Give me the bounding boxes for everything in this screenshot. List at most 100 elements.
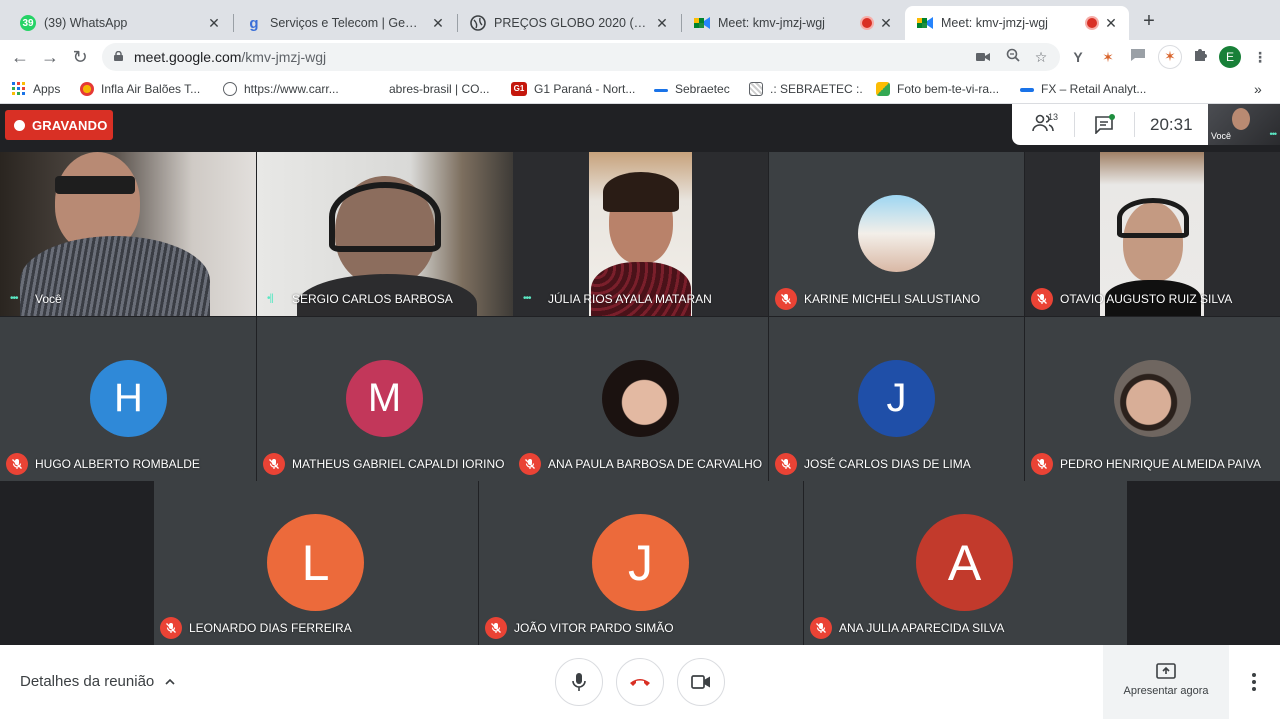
extension-active-icon[interactable]: ✶ [1158, 45, 1182, 69]
participant-avatar-photo [858, 195, 935, 272]
participant-avatar-initial: M [346, 360, 423, 437]
participant-name: KARINE MICHELI SALUSTIANO [804, 292, 981, 306]
more-options-button[interactable] [1244, 670, 1264, 694]
participant-tile-pedro[interactable]: PEDRO HENRIQUE ALMEIDA PAIVA [1025, 317, 1280, 481]
bookmark-g1-parana[interactable]: G1 G1 Paraná - Nort... [511, 81, 635, 97]
bookmark-fx-retail[interactable]: FX – Retail Analyt... [1020, 81, 1146, 97]
meet-icon [694, 15, 710, 31]
recording-badge[interactable]: GRAVANDO [5, 110, 113, 140]
bookmark-infla-air[interactable]: Infla Air Balões T... [80, 81, 200, 97]
bookmark-star-icon[interactable]: ☆ [1032, 48, 1050, 66]
bookmark-sebraetec[interactable]: Sebraetec [654, 81, 730, 97]
participant-tile-jose-carlos[interactable]: J JOSÉ CARLOS DIAS DE LIMA [769, 317, 1024, 481]
participant-tile-otavio[interactable]: OTAVIO AUGUSTO RUIZ SILVA [1025, 152, 1280, 316]
sebraetec-logo-icon [749, 82, 763, 96]
bookmark-apps[interactable]: Apps [12, 81, 60, 97]
tab-close-icon[interactable]: ✕ [206, 15, 222, 32]
tab-meet-active[interactable]: Meet: kmv-jmzj-wgj ✕ [905, 6, 1129, 40]
g-icon: g [249, 14, 259, 32]
profile-avatar[interactable]: E [1219, 46, 1241, 68]
tab-meet-1[interactable]: Meet: kmv-jmzj-wgj ✕ [682, 6, 904, 40]
tab-close-icon[interactable]: ✕ [430, 15, 446, 32]
recording-indicator-icon [1087, 18, 1097, 28]
participant-tile-self[interactable]: ••• Você [0, 152, 256, 316]
meeting-info-panel: 13 20:31 [1012, 104, 1208, 145]
chat-icon[interactable] [1094, 114, 1116, 135]
chrome-menu-icon[interactable]: ⋮ [1250, 47, 1270, 67]
glasses [55, 176, 135, 194]
participant-avatar-initial: J [858, 360, 935, 437]
extension-chat-icon[interactable] [1128, 47, 1148, 67]
url-text: meet.google.com/kmv-jmzj-wgj [134, 49, 327, 65]
tab-title: Meet: kmv-jmzj-wgj [941, 16, 1048, 30]
tab-title: Meet: kmv-jmzj-wgj [718, 16, 825, 30]
participant-tile-matheus[interactable]: M MATHEUS GABRIEL CAPALDI IORINO [257, 317, 513, 481]
self-view-thumbnail[interactable]: Você ••• [1208, 104, 1280, 145]
present-now-label: Apresentar agora [1123, 685, 1209, 697]
meeting-details-label: Detalhes da reunião [20, 673, 155, 690]
leave-call-button[interactable] [616, 658, 664, 706]
meet-bottom-bar: Detalhes da reunião Apresentar agora [0, 645, 1280, 719]
participant-tile-hugo[interactable]: H HUGO ALBERTO ROMBALDE [0, 317, 256, 481]
muted-mic-icon [519, 453, 541, 475]
chevron-up-icon [165, 678, 175, 685]
divider [1074, 112, 1075, 137]
back-arrow-icon[interactable]: ← [8, 45, 32, 69]
recording-label: GRAVANDO [32, 117, 108, 133]
meet-icon [917, 15, 933, 31]
tab-close-icon[interactable]: ✕ [878, 15, 894, 32]
address-bar[interactable]: meet.google.com/kmv-jmzj-wgj ☆ [102, 43, 1060, 71]
participant-avatar-initial: A [916, 514, 1013, 611]
muted-mic-icon [485, 617, 507, 639]
participant-tile-sergio[interactable]: •|| SERGIO CARLOS BARBOSA [257, 152, 513, 316]
more-vertical-icon [1252, 673, 1256, 691]
microphone-icon [572, 673, 586, 691]
new-tab-plus-icon[interactable]: + [1138, 10, 1160, 32]
apps-grid-icon [12, 82, 26, 96]
tab-precos-globo[interactable]: PREÇOS GLOBO 2020 (NOVE ✕ [458, 6, 680, 40]
audio-level-icon: ••• [10, 293, 18, 304]
tab-whatsapp[interactable]: 39 (39) WhatsApp ✕ [8, 6, 232, 40]
tab-close-icon[interactable]: ✕ [654, 15, 670, 32]
fx-icon [1020, 88, 1034, 92]
audio-level-icon: ••• [523, 293, 531, 304]
bookmarks-overflow-icon[interactable]: » [1254, 81, 1262, 97]
participant-tile-leonardo[interactable]: L LEONARDO DIAS FERREIRA [154, 481, 478, 645]
participant-tile-joao-vitor[interactable]: J JOÃO VITOR PARDO SIMÃO [479, 481, 803, 645]
participant-name: PEDRO HENRIQUE ALMEIDA PAIVA [1060, 457, 1261, 471]
bookmark-sebraetec-site[interactable]: .: SEBRAETEC :. [749, 81, 863, 97]
whatsapp-icon: 39 [20, 15, 36, 31]
headset [329, 182, 441, 252]
audio-level-icon: ••• [1269, 129, 1278, 139]
bookmark-foto-bem-te-vi[interactable]: Foto bem-te-vi-ra... [876, 81, 999, 97]
participant-tile-karine[interactable]: KARINE MICHELI SALUSTIANO [769, 152, 1024, 316]
participant-name: OTAVIO AUGUSTO RUIZ SILVA [1060, 292, 1233, 306]
camera-icon [691, 675, 710, 689]
browser-toolbar: ← → ↻ meet.google.com/kmv-jmzj-wgj ☆ Y ✶… [0, 40, 1280, 74]
zoom-icon[interactable] [1004, 48, 1022, 66]
extension-y-icon[interactable]: Y [1068, 47, 1088, 67]
bookmark-carr[interactable]: https://www.carr... [223, 81, 339, 97]
forward-arrow-icon[interactable]: → [38, 45, 62, 69]
tab-title: Serviços e Telecom | Gente | U [270, 16, 424, 30]
present-now-button[interactable]: Apresentar agora [1103, 645, 1229, 719]
participant-tile-julia[interactable]: ••• JÚLIA RIOS AYALA MATARAN [513, 152, 768, 316]
sebraetec-icon [654, 88, 668, 92]
lock-icon [114, 51, 123, 61]
bookmark-abres-brasil[interactable]: abres-brasil | CO... [368, 81, 489, 97]
participant-tile-ana-paula[interactable]: ANA PAULA BARBOSA DE CARVALHO [513, 317, 768, 481]
divider [1134, 112, 1135, 137]
tab-close-icon[interactable]: ✕ [1103, 15, 1119, 32]
camera-in-use-icon[interactable] [974, 48, 992, 66]
extension-figure-icon[interactable]: ✶ [1098, 47, 1118, 67]
participant-tile-ana-julia[interactable]: A ANA JULIA APARECIDA SILVA [804, 481, 1127, 645]
reload-icon[interactable]: ↻ [68, 45, 92, 69]
tab-servicos-telecom[interactable]: g Serviços e Telecom | Gente | U ✕ [234, 6, 456, 40]
recording-dot-icon [14, 119, 25, 131]
muted-mic-icon [160, 617, 182, 639]
recording-indicator-icon [862, 18, 872, 28]
microphone-button[interactable] [555, 658, 603, 706]
camera-button[interactable] [677, 658, 725, 706]
meeting-details-button[interactable]: Detalhes da reunião [20, 673, 176, 690]
extensions-puzzle-icon[interactable] [1190, 47, 1210, 67]
